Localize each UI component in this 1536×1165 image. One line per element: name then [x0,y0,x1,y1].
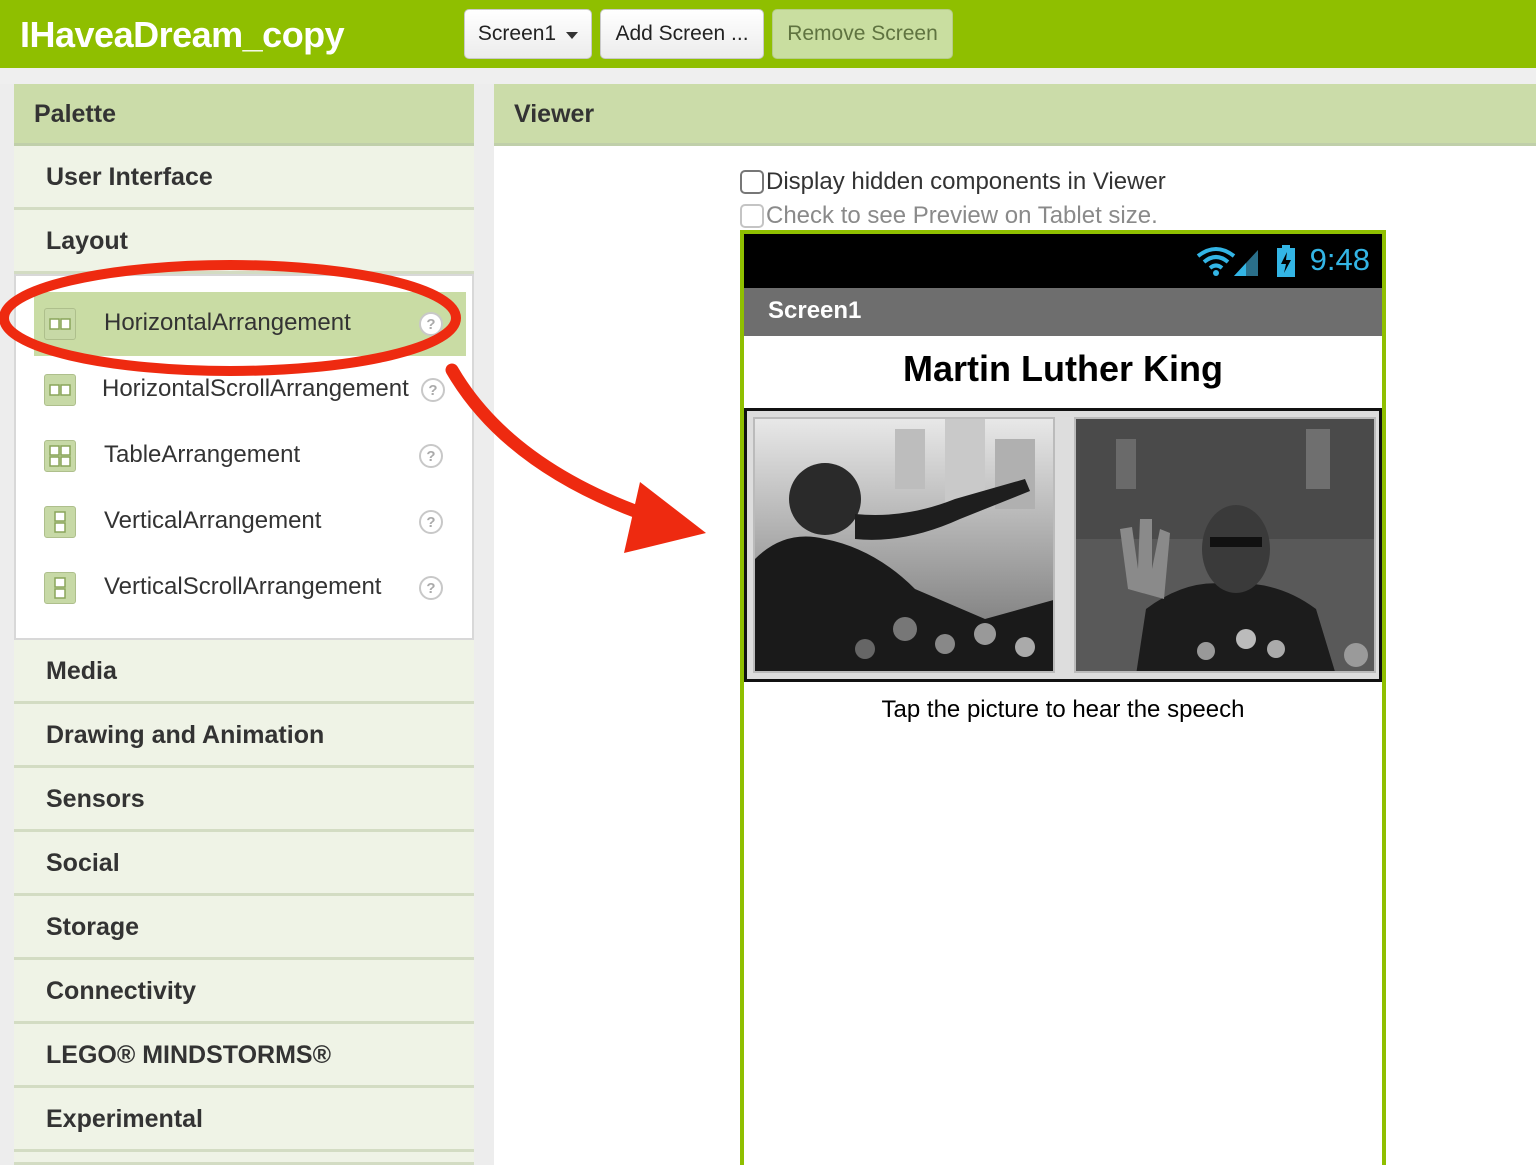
viewer-title: Viewer [514,100,595,128]
mlk-speech-image-button[interactable] [753,417,1055,673]
category-connectivity[interactable]: Connectivity [14,960,474,1024]
category-experimental[interactable]: Experimental [14,1088,474,1152]
category-sensors[interactable]: Sensors [14,768,474,832]
horizontal-arrangement-icon [44,308,76,340]
checkbox-box[interactable] [740,204,764,228]
palette-item-label: VerticalArrangement [104,507,322,534]
category-label: LEGO® MINDSTORMS® [46,1041,331,1069]
category-media[interactable]: Media [14,640,474,704]
palette-item-label: VerticalScrollArrangement [104,573,382,600]
vertical-scroll-arrangement-icon [44,572,76,604]
remove-screen-button[interactable]: Remove Screen [772,9,953,59]
screen-title: Screen1 [768,297,862,324]
help-icon[interactable]: ? [419,444,443,468]
palette-item-label: TableArrangement [104,441,301,468]
remove-screen-label: Remove Screen [787,22,938,45]
palette-item-table-arrangement[interactable]: TableArrangement ? [34,424,466,488]
category-label: Social [46,849,120,877]
category-social[interactable]: Social [14,832,474,896]
category-label: Drawing and Animation [46,721,325,749]
category-next-partial [14,1152,474,1165]
category-label: Sensors [46,785,145,813]
category-layout[interactable]: Layout [14,210,474,274]
horizontal-arrangement[interactable] [744,408,1382,682]
status-bar: 9:48 [744,234,1382,288]
display-hidden-components-checkbox[interactable]: Display hidden components in Viewer [740,168,1166,196]
category-storage[interactable]: Storage [14,896,474,960]
add-screen-label: Add Screen ... [615,22,749,45]
vertical-arrangement-icon [44,506,76,538]
horizontal-scroll-arrangement-icon [44,374,76,406]
layout-component-list: HorizontalArrangement ? HorizontalScroll… [14,274,474,640]
palette-item-horizontal-scroll-arrangement[interactable]: HorizontalScrollArrangement ? [34,358,466,422]
help-icon[interactable]: ? [419,576,443,600]
category-label: Connectivity [46,977,197,1005]
checkbox-label: Check to see Preview on Tablet size. [766,202,1158,229]
category-label: Storage [46,913,140,941]
category-lego-mindstorms[interactable]: LEGO® MINDSTORMS® [14,1024,474,1088]
viewer-header: Viewer [494,84,1536,146]
category-user-interface[interactable]: User Interface [14,146,474,210]
palette-item-horizontal-arrangement[interactable]: HorizontalArrangement ? [34,292,466,356]
palette-item-label: HorizontalArrangement [104,309,351,336]
battery-icon [1277,245,1295,277]
category-label: Layout [46,227,128,255]
screen-select-dropdown[interactable]: Screen1 [464,9,592,59]
wifi-signal-icon [1196,247,1258,276]
phone-preview: 9:48 Screen1 Martin Luther King Tap the … [740,230,1386,1165]
caption-label: Tap the picture to hear the speech [881,696,1245,723]
top-divider [0,68,1536,84]
palette-header: Palette [14,84,474,146]
tablet-preview-checkbox[interactable]: Check to see Preview on Tablet size. [740,202,1158,230]
help-icon[interactable]: ? [419,312,443,336]
checkbox-box[interactable] [740,170,764,194]
category-label: Media [46,657,117,685]
category-drawing-and-animation[interactable]: Drawing and Animation [14,704,474,768]
palette-title: Palette [34,100,116,128]
screen-title-bar: Screen1 [744,288,1382,336]
palette-item-label: HorizontalScrollArrangement [102,375,409,402]
palette-item-vertical-arrangement[interactable]: VerticalArrangement ? [34,490,466,554]
top-bar: IHaveaDream_copy Screen1 Add Screen ... … [0,0,1536,68]
viewer-panel: Viewer Display hidden components in View… [494,84,1536,1165]
help-icon[interactable]: ? [421,378,445,402]
status-time: 9:48 [1309,242,1370,277]
screen-select-label: Screen1 [477,22,557,45]
heading-label[interactable]: Martin Luther King [744,348,1382,390]
help-icon[interactable]: ? [419,510,443,534]
malcolm-speech-image-button[interactable] [1074,417,1376,673]
chevron-down-icon [566,31,579,39]
add-screen-button[interactable]: Add Screen ... [600,9,764,59]
category-label: User Interface [46,163,213,191]
checkbox-label: Display hidden components in Viewer [766,168,1166,195]
palette-item-vertical-scroll-arrangement[interactable]: VerticalScrollArrangement ? [34,556,466,620]
palette-panel: Palette User Interface Layout Horizontal… [14,84,474,1165]
category-label: Experimental [46,1105,204,1133]
project-title: IHaveaDream_copy [20,14,345,55]
table-arrangement-icon [44,440,76,472]
